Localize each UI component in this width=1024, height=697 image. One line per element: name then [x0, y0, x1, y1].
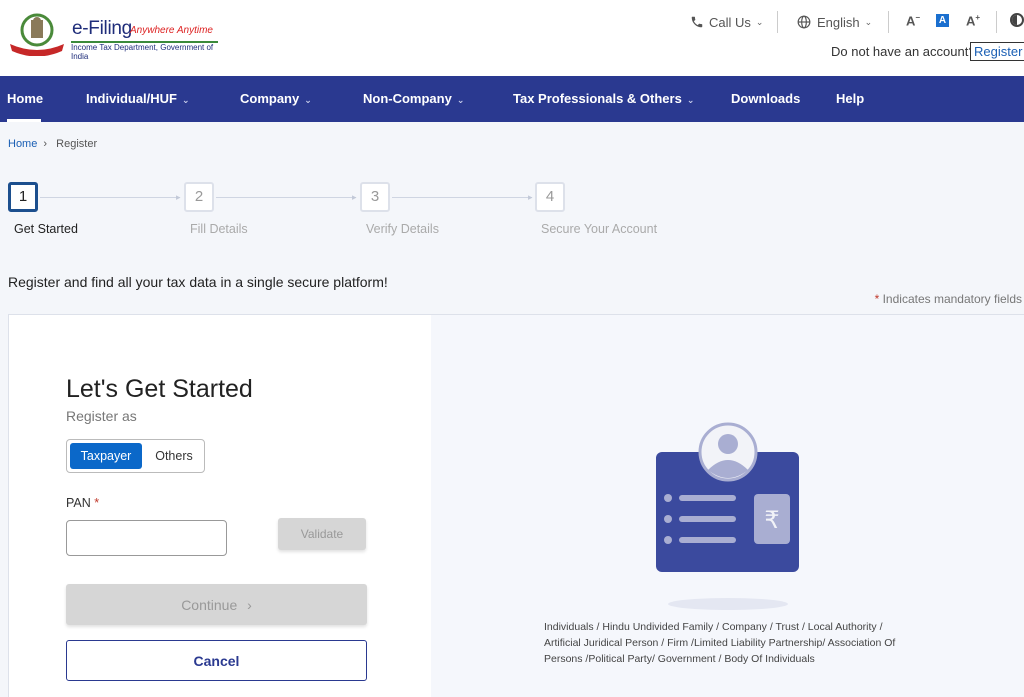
taxpayer-option[interactable]: Taxpayer [70, 443, 142, 469]
government-emblem-icon [10, 13, 64, 56]
nav-item-label: Non-Company [363, 91, 452, 106]
call-us-label: Call Us [709, 14, 751, 30]
arrow-right-icon: ▸ [528, 192, 533, 202]
efiling-logo[interactable]: e-Filing Anywhere Anytime Income Tax Dep… [8, 12, 228, 62]
breadcrumb-home[interactable]: Home [8, 138, 37, 150]
step-1-box: 1 [8, 182, 38, 212]
contrast-toggle-icon[interactable] [1010, 13, 1024, 27]
divider [888, 11, 889, 33]
breadcrumb: Home › Register [8, 138, 97, 150]
chevron-down-icon: ⌄ [456, 95, 465, 105]
nav-item-label: Downloads [731, 91, 801, 106]
font-increase-button[interactable]: A+ [966, 13, 980, 28]
mandatory-note: * Indicates mandatory fields [875, 292, 1022, 306]
validate-button[interactable]: Validate [278, 518, 366, 550]
chevron-right-icon: › [247, 596, 252, 613]
form-title: Let's Get Started [66, 375, 253, 403]
divider [777, 11, 778, 33]
illustration-panel: ₹ Individuals / Hindu Undivided Family /… [431, 315, 1024, 697]
step-connector [216, 197, 356, 198]
id-card-rupee-icon: ₹ [656, 422, 799, 610]
nav-item-tax-professionals[interactable]: Tax Professionals & Others ⌄ [513, 76, 694, 122]
pan-label: PAN * [66, 496, 99, 510]
call-us-dropdown[interactable]: Call Us ⌄ [690, 11, 763, 33]
chevron-down-icon: ⌄ [686, 95, 695, 105]
divider [996, 11, 997, 33]
step-3-label: Verify Details [366, 222, 439, 236]
breadcrumb-separator: › [43, 138, 48, 150]
language-dropdown[interactable]: English ⌄ [797, 11, 872, 33]
step-4-label: Secure Your Account [541, 222, 658, 236]
step-3-box: 3 [360, 182, 390, 212]
required-star: * [874, 292, 880, 306]
nav-item-individual-huf[interactable]: Individual/HUF ⌄ [86, 76, 190, 122]
registration-card: Let's Get Started Register as Taxpayer O… [8, 314, 1024, 697]
nav-item-company[interactable]: Company ⌄ [240, 76, 312, 122]
step-1-label: Get Started [14, 222, 78, 236]
cancel-button[interactable]: Cancel [66, 640, 367, 681]
nav-item-home[interactable]: Home [7, 76, 43, 122]
continue-label: Continue [181, 596, 238, 613]
step-connector [40, 197, 180, 198]
nav-item-non-company[interactable]: Non-Company ⌄ [363, 76, 464, 122]
font-normal-button[interactable]: A [936, 14, 949, 27]
svg-text:₹: ₹ [764, 506, 779, 534]
register-as-toggle: Taxpayer Others [66, 439, 205, 473]
register-link[interactable]: Register [970, 42, 1024, 61]
phone-icon [691, 16, 703, 28]
font-decrease-label: A [906, 13, 916, 29]
nav-item-downloads[interactable]: Downloads [731, 76, 800, 122]
chevron-down-icon: ⌄ [304, 95, 312, 105]
required-star: * [94, 496, 100, 510]
step-2-label: Fill Details [190, 222, 248, 236]
step-connector [392, 197, 532, 198]
page-tagline: Register and find all your tax data in a… [8, 274, 388, 290]
no-account-text: Do not have an account? [831, 44, 976, 59]
chevron-down-icon: ⌄ [755, 16, 764, 27]
brand-subtitle: Income Tax Department, Government of Ind… [71, 43, 214, 61]
step-4-box: 4 [535, 182, 565, 212]
main-navbar: Home Individual/HUF ⌄ Company ⌄ Non-Compan… [0, 76, 1024, 122]
breadcrumb-current: Register [56, 138, 98, 150]
nav-item-label: Home [7, 91, 44, 106]
brand-title: e-Filing [72, 18, 132, 39]
pan-label-text: PAN [66, 496, 91, 510]
nav-item-help[interactable]: Help [836, 76, 864, 122]
eligible-entities-description: Individuals / Hindu Undivided Family / C… [544, 621, 896, 665]
language-label: English [817, 14, 860, 30]
nav-item-label: Company [240, 91, 300, 106]
brand-tagline: Anywhere Anytime [130, 25, 213, 36]
arrow-right-icon: ▸ [352, 192, 357, 202]
font-decrease-button[interactable]: A− [906, 13, 920, 28]
step-2-box: 2 [184, 182, 214, 212]
mandatory-note-text: Indicates mandatory fields [882, 292, 1022, 306]
nav-item-label: Individual/HUF [86, 91, 177, 106]
chevron-down-icon: ⌄ [864, 16, 873, 27]
register-as-label: Register as [66, 408, 137, 424]
top-header: e-Filing Anywhere Anytime Income Tax Dep… [0, 0, 1024, 76]
font-increase-label: A [966, 13, 976, 29]
globe-icon [797, 15, 811, 29]
nav-item-label: Help [836, 91, 865, 106]
nav-item-label: Tax Professionals & Others [513, 91, 682, 106]
chevron-down-icon: ⌄ [182, 95, 190, 105]
arrow-right-icon: ▸ [176, 192, 181, 202]
pan-input[interactable] [66, 520, 227, 556]
others-option[interactable]: Others [149, 443, 199, 469]
continue-button[interactable]: Continue › [66, 584, 367, 625]
